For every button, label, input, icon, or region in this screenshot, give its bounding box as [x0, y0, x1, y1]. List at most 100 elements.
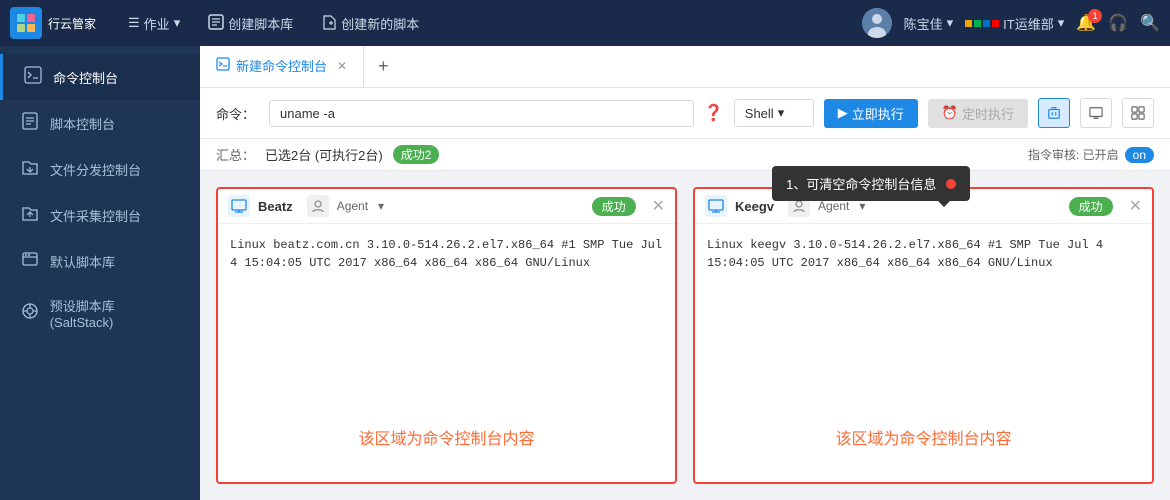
sidebar-item-default-lib[interactable]: 默认脚本库	[0, 238, 200, 284]
terminal-beatz: Beatz Agent ▾ 成功 ✕ Linux beatz.com.cn 3.…	[216, 187, 677, 484]
logo-text: 行云管家	[48, 15, 96, 32]
tab-icon	[216, 57, 230, 74]
agent-icon-beatz	[307, 195, 329, 217]
sidebar-item-file-collect[interactable]: 文件采集控制台	[0, 192, 200, 238]
it-group[interactable]: IT运维部 ▾	[965, 14, 1064, 33]
top-right: 陈宝佳 ▾ IT运维部 ▾ 🔔 1 🎧 🔍	[862, 8, 1160, 38]
toolbar: 命令： ❓ Shell ▾ ▶ 立即执行 ⏰ 定时执行	[200, 88, 1170, 139]
create-lib-icon	[208, 14, 224, 33]
tab-label: 新建命令控制台	[236, 56, 327, 75]
exec-schedule-label: 定时执行	[962, 104, 1014, 123]
group-chevron-icon: ▾	[1058, 15, 1065, 31]
grid-view-button[interactable]	[1122, 98, 1154, 128]
microsoft-icon	[965, 20, 999, 27]
bell-container: 🔔 1	[1076, 13, 1096, 33]
tab-new-cmd-console[interactable]: 新建命令控制台 ✕	[200, 46, 364, 87]
tab-add-button[interactable]: +	[364, 46, 403, 87]
cmd-input[interactable]	[269, 100, 694, 127]
nav-create-new-script[interactable]: 创建新的脚本	[309, 8, 431, 39]
terminal-body-beatz: Linux beatz.com.cn 3.10.0-514.26.2.el7.x…	[218, 224, 675, 482]
host-icon-keegv	[705, 195, 727, 217]
agent-select-beatz[interactable]: ▾	[378, 199, 384, 213]
search-icon[interactable]: 🔍	[1140, 13, 1160, 33]
exec-now-label: 立即执行	[852, 104, 904, 123]
tooltip-text: 1、可清空命令控制台信息	[786, 177, 936, 192]
shell-label: Shell	[745, 106, 774, 121]
terminal-placeholder-keegv: 该区域为命令控制台内容	[835, 428, 1011, 452]
sidebar-cmd-label: 命令控制台	[53, 68, 118, 87]
sidebar-item-script-console[interactable]: 脚本控制台	[0, 100, 200, 146]
summary-label: 汇总：	[216, 145, 255, 164]
user-chevron-icon: ▾	[947, 15, 954, 31]
preset-lib-icon	[20, 302, 40, 324]
shell-chevron-icon: ▾	[778, 105, 785, 121]
sidebar-preset-lib-label: 预设脚本库 (SaltStack)	[50, 296, 180, 330]
sidebar-file-dist-label: 文件分发控制台	[50, 160, 141, 179]
nav-work[interactable]: ☰ 作业 ▾	[116, 8, 192, 39]
cmd-console-icon	[23, 66, 43, 88]
hostname-keegv: Keegv	[735, 199, 774, 214]
status-badge-keegv: 成功	[1069, 197, 1113, 216]
sidebar-default-lib-label: 默认脚本库	[50, 252, 115, 271]
tab-bar: 新建命令控制台 ✕ +	[200, 46, 1170, 88]
audit-toggle[interactable]: on	[1125, 147, 1154, 163]
user-name[interactable]: 陈宝佳 ▾	[904, 14, 954, 33]
sidebar-script-label: 脚本控制台	[50, 114, 115, 133]
audit-info: 指令审核: 已开启 on	[1028, 146, 1154, 163]
exec-now-button[interactable]: ▶ 立即执行	[824, 99, 918, 128]
summary-bar: 汇总： 已选2台 (可执行2台) 成功2 指令审核: 已开启 on	[200, 139, 1170, 171]
agent-label-beatz: Agent	[337, 199, 368, 213]
status-badge-beatz: 成功	[592, 197, 636, 216]
tooltip-popup: 1、可清空命令控制台信息	[772, 166, 970, 201]
logo-icon	[10, 7, 42, 39]
main-layout: 命令控制台 脚本控制台 文件分发控制台	[0, 46, 1170, 500]
success-badge: 成功2	[393, 145, 440, 164]
hostname-beatz: Beatz	[258, 199, 293, 214]
terminal-body-keegv: Linux keegv 3.10.0-514.26.2.el7.x86_64 #…	[695, 224, 1152, 482]
default-lib-icon	[20, 250, 40, 272]
nav-new-script-label: 创建新的脚本	[341, 14, 419, 33]
clock-icon: ⏰	[942, 105, 958, 121]
close-beatz[interactable]: ✕	[652, 196, 665, 216]
nav-create-script-lib[interactable]: 创建脚本库	[196, 8, 305, 39]
nav-work-label: 作业	[144, 14, 170, 33]
agent-select-keegv[interactable]: ▾	[859, 199, 865, 213]
top-menu: ☰ 作业 ▾ 创建脚本库 创建	[116, 8, 862, 39]
avatar	[862, 8, 892, 38]
terminal-output-keegv: Linux keegv 3.10.0-514.26.2.el7.x86_64 #…	[707, 236, 1140, 272]
tab-close-icon[interactable]: ✕	[337, 59, 347, 73]
desktop-view-button[interactable]	[1080, 98, 1112, 128]
close-keegv[interactable]: ✕	[1129, 196, 1142, 216]
sidebar-item-cmd-console[interactable]: 命令控制台	[0, 54, 200, 100]
sidebar: 命令控制台 脚本控制台 文件分发控制台	[0, 46, 200, 500]
file-dist-icon	[20, 158, 40, 180]
headset-icon[interactable]: 🎧	[1108, 13, 1128, 33]
red-dot-indicator	[946, 179, 956, 189]
logo: 行云管家	[10, 7, 96, 39]
sidebar-item-preset-lib[interactable]: 预设脚本库 (SaltStack)	[0, 284, 200, 342]
top-navigation: 行云管家 ☰ 作业 ▾ 创建脚本库	[0, 0, 1170, 46]
chevron-down-icon: ▾	[174, 15, 181, 31]
exec-schedule-button[interactable]: ⏰ 定时执行	[928, 99, 1028, 128]
host-icon-beatz	[228, 195, 250, 217]
file-collect-icon	[20, 204, 40, 226]
sidebar-item-file-dist[interactable]: 文件分发控制台	[0, 146, 200, 192]
nav-create-lib-label: 创建脚本库	[228, 14, 293, 33]
summary-value: 已选2台 (可执行2台)	[265, 145, 383, 164]
help-icon[interactable]: ❓	[704, 103, 724, 123]
play-icon: ▶	[838, 105, 848, 121]
script-console-icon	[20, 112, 40, 134]
menu-icon: ☰	[128, 15, 140, 31]
terminal-beatz-header: Beatz Agent ▾ 成功 ✕	[218, 189, 675, 224]
agent-label-keegv: Agent	[818, 199, 849, 213]
terminal-output-beatz: Linux beatz.com.cn 3.10.0-514.26.2.el7.x…	[230, 236, 663, 272]
create-script-icon	[321, 14, 337, 33]
terminal-placeholder-beatz: 该区域为命令控制台内容	[358, 428, 534, 452]
terminal-keegv: Keegv Agent ▾ 成功 ✕ Linux keegv 3.10.0-51…	[693, 187, 1154, 484]
clear-button[interactable]	[1038, 98, 1070, 128]
terminals-area: Beatz Agent ▾ 成功 ✕ Linux beatz.com.cn 3.…	[200, 171, 1170, 500]
cmd-label: 命令：	[216, 104, 255, 123]
shell-select[interactable]: Shell ▾	[734, 99, 814, 127]
sidebar-file-collect-label: 文件采集控制台	[50, 206, 141, 225]
content-area: 新建命令控制台 ✕ + 命令： ❓ Shell ▾ ▶ 立即执行 ⏰ 定时执行	[200, 46, 1170, 500]
